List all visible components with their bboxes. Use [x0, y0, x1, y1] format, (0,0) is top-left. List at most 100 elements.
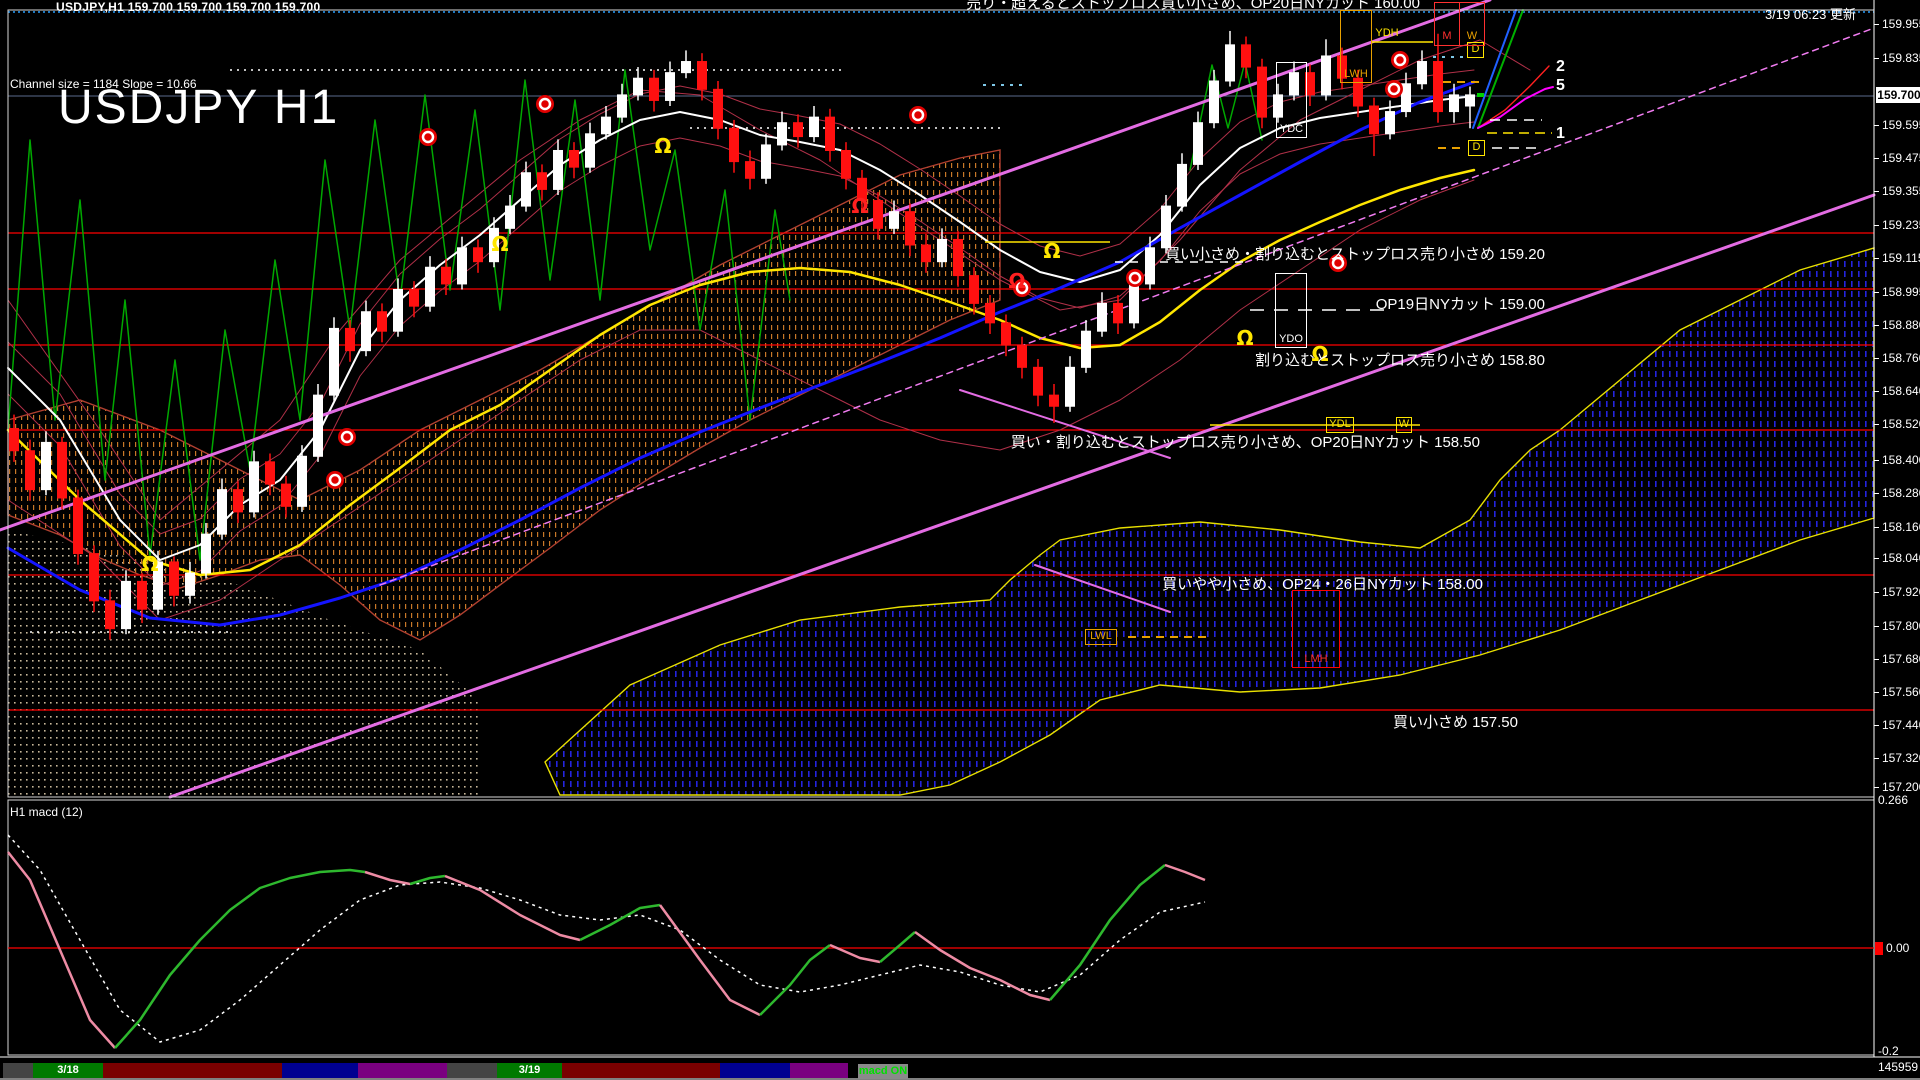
chart-canvas[interactable]: ΩΩΩΩΩΩΩΩ — [0, 0, 1920, 1080]
candle — [1386, 112, 1395, 134]
macd-scale-zero: 0.00 — [1886, 941, 1909, 955]
candle — [266, 462, 275, 484]
timeline-segment — [447, 1063, 497, 1078]
price-axis-label: 159.595 — [1882, 118, 1920, 132]
candle — [666, 73, 675, 101]
omega-marker-icon: Ω — [1008, 269, 1025, 293]
order-annotation: 買い・割り込むとストップロス売り小さめ、OP20日NYカット 158.50 — [1011, 431, 1480, 452]
order-annotation: 買い小さめ 157.50 — [1393, 711, 1518, 732]
price-axis-label: 157.920 — [1882, 585, 1920, 599]
level-tag-lwh: LWH — [1340, 10, 1372, 83]
candle — [522, 173, 531, 206]
axis-tick — [1874, 58, 1879, 59]
candle — [346, 328, 355, 350]
axis-tick — [1874, 592, 1879, 593]
candle — [394, 289, 403, 331]
price-axis-label: 159.475 — [1882, 151, 1920, 165]
candle — [26, 451, 35, 490]
candle — [1322, 56, 1331, 95]
candle — [202, 534, 211, 573]
level-tag-mw: MW — [1434, 2, 1485, 46]
level-tag-w: W — [1396, 417, 1412, 433]
candle — [458, 248, 467, 284]
candle — [1434, 62, 1443, 112]
candle — [954, 239, 963, 275]
candle — [762, 145, 771, 178]
candle — [586, 134, 595, 167]
omega-marker-icon: Ω — [141, 552, 158, 576]
level-tag-ydh: YDH — [1372, 26, 1402, 41]
candle — [842, 150, 851, 178]
macd-plot — [8, 835, 1883, 1048]
candle — [1178, 164, 1187, 206]
axis-tick — [1874, 325, 1879, 326]
price-axis-label: 159.235 — [1882, 218, 1920, 232]
price-axis-label: 158.760 — [1882, 351, 1920, 365]
candle — [1418, 62, 1427, 84]
candle — [90, 554, 99, 601]
candle — [1098, 303, 1107, 331]
price-axis-label: 159.355 — [1882, 184, 1920, 198]
candle — [746, 162, 755, 179]
axis-tick — [1874, 692, 1879, 693]
candle — [618, 95, 627, 117]
price-axis-label: 159.955 — [1882, 17, 1920, 31]
candle — [1002, 323, 1011, 345]
macd-zero-marker — [1875, 942, 1883, 955]
candle — [1466, 95, 1475, 106]
candle — [650, 78, 659, 100]
axis-tick — [1874, 158, 1879, 159]
candle — [1210, 81, 1219, 123]
candle — [1450, 95, 1459, 112]
candle — [986, 303, 995, 322]
candle — [1082, 331, 1091, 367]
candle — [1194, 123, 1203, 165]
trading-chart-window: ΩΩΩΩΩΩΩΩ USDJPY,H1 159.700 159.700 159.7… — [0, 0, 1920, 1080]
candle — [730, 128, 739, 161]
candle — [42, 442, 51, 489]
macd-line — [1050, 865, 1165, 1000]
omega-marker-icon: Ω — [491, 232, 508, 256]
candle — [138, 581, 147, 609]
candle — [122, 581, 131, 628]
candle — [570, 150, 579, 167]
tick-counter: 145959 — [1878, 1060, 1918, 1074]
axis-tick — [1874, 527, 1879, 528]
candle — [218, 490, 227, 534]
macd-line — [410, 876, 445, 884]
axis-tick — [1874, 24, 1879, 25]
timeline-segment — [720, 1063, 790, 1078]
axis-tick — [1874, 725, 1879, 726]
price-axis-label: 157.320 — [1882, 751, 1920, 765]
price-axis-label: 157.680 — [1882, 652, 1920, 666]
candle — [1034, 367, 1043, 395]
candle — [970, 276, 979, 304]
candle — [1370, 106, 1379, 134]
axis-tick — [1874, 225, 1879, 226]
candle — [922, 245, 931, 262]
candle — [282, 484, 291, 506]
candle — [378, 312, 387, 331]
candle — [1258, 67, 1267, 117]
symbol-ohlc-readout: USDJPY,H1 159.700 159.700 159.700 159.70… — [56, 0, 321, 14]
candle — [1066, 367, 1075, 406]
candle — [1130, 284, 1139, 323]
macd-scale-top: 0.266 — [1878, 793, 1908, 807]
omega-marker-icon: Ω — [851, 194, 868, 218]
candle — [250, 462, 259, 512]
macd-toggle-button[interactable]: macd ON — [858, 1064, 908, 1079]
omega-marker-icon: Ω — [1236, 326, 1253, 350]
candle — [682, 62, 691, 73]
candle — [1226, 45, 1235, 81]
macd-indicator-label: H1 macd (12) — [10, 805, 83, 819]
macd-line — [1165, 865, 1205, 880]
order-annotation: 買い小さめ・割り込むとストップロス売り小さめ 159.20 — [1165, 243, 1545, 264]
candle — [826, 117, 835, 150]
candle — [442, 267, 451, 284]
axis-tick — [1874, 358, 1879, 359]
timeline-segment — [562, 1063, 720, 1078]
level-tag-d: D — [1468, 140, 1485, 156]
omega-marker-icon: Ω — [654, 134, 671, 158]
axis-tick — [1874, 191, 1879, 192]
order-annotation: 割り込むとストップロス売り小さめ 158.80 — [1255, 349, 1545, 370]
